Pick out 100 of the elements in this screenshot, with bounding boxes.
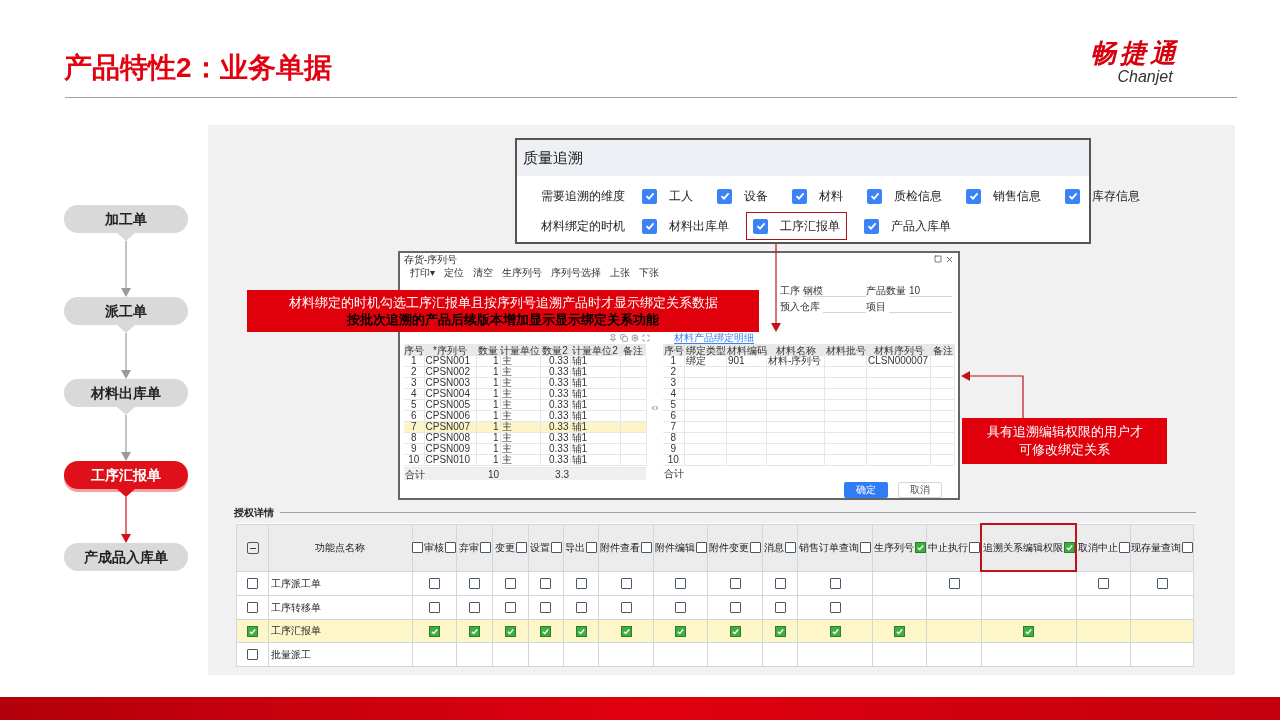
checkbox[interactable] xyxy=(412,542,424,553)
checkbox[interactable] xyxy=(575,578,587,590)
checkbox[interactable] xyxy=(675,602,687,614)
checkbox-option[interactable]: 设备 xyxy=(710,182,775,210)
checkbox[interactable] xyxy=(729,602,741,614)
column-header[interactable]: 生序列号 xyxy=(872,524,927,571)
column-header[interactable]: 变更 xyxy=(492,524,529,571)
checkbox[interactable] xyxy=(469,578,481,590)
column-header[interactable]: 设置 xyxy=(528,524,564,571)
checkbox-option[interactable]: 工人 xyxy=(635,182,700,210)
column-header[interactable]: 审核 xyxy=(412,524,457,571)
table-row[interactable]: 工序汇报单 xyxy=(236,619,1194,642)
checkbox-option[interactable]: 材料 xyxy=(785,182,850,210)
table-row[interactable]: 批量派工 xyxy=(236,642,1194,666)
table-row[interactable]: 2 CPSN002 1 主 0.33 辅1 xyxy=(404,367,646,378)
table-row[interactable]: 6 CPSN006 1 主 0.33 辅1 xyxy=(404,411,646,422)
checkbox[interactable] xyxy=(829,625,841,637)
toolbar-button[interactable]: 定位 xyxy=(444,266,464,278)
checkbox[interactable] xyxy=(540,625,552,637)
checkbox[interactable] xyxy=(247,578,259,590)
checkbox[interactable] xyxy=(620,578,632,590)
checkbox[interactable] xyxy=(675,578,687,590)
checkbox[interactable] xyxy=(505,578,517,590)
checkbox[interactable] xyxy=(428,602,440,614)
table-row[interactable]: 3 CPSN003 1 主 0.33 辅1 xyxy=(404,378,646,389)
checkbox[interactable] xyxy=(247,649,259,661)
checkbox[interactable] xyxy=(515,542,527,553)
checkbox[interactable] xyxy=(717,188,732,204)
checkbox[interactable] xyxy=(753,218,768,234)
checkbox[interactable] xyxy=(550,542,562,553)
text-field[interactable]: 10 xyxy=(909,284,952,297)
checkbox[interactable] xyxy=(829,602,841,614)
checkbox[interactable] xyxy=(695,542,707,553)
close-icon[interactable] xyxy=(945,255,954,265)
column-header[interactable]: 附件查看 xyxy=(598,524,654,571)
checkbox[interactable] xyxy=(1156,578,1168,590)
checkbox[interactable] xyxy=(428,578,440,590)
checkbox-option[interactable]: 产品入库单 xyxy=(857,212,958,240)
checkbox[interactable] xyxy=(894,625,906,637)
settings-icon[interactable] xyxy=(631,333,639,342)
confirm-button[interactable]: 确定 xyxy=(844,482,888,498)
table-row[interactable]: 7 CPSN007 1 主 0.33 辅1 xyxy=(404,422,646,433)
checkbox-option[interactable]: 工序汇报单 xyxy=(746,212,847,240)
checkbox[interactable] xyxy=(620,625,632,637)
checkbox[interactable] xyxy=(642,188,657,204)
checkbox[interactable] xyxy=(1063,542,1075,553)
checkbox[interactable] xyxy=(1023,625,1035,637)
checkbox[interactable] xyxy=(774,602,786,614)
toolbar-button[interactable]: 序列号选择 xyxy=(551,266,601,278)
checkbox[interactable] xyxy=(966,188,981,204)
checkbox[interactable] xyxy=(641,542,653,553)
column-header[interactable]: 追溯关系编辑权限 xyxy=(981,524,1077,571)
table-row[interactable]: 10 CPSN010 1 主 0.33 辅1 xyxy=(404,455,646,466)
checkbox[interactable] xyxy=(729,578,741,590)
checkbox[interactable] xyxy=(785,542,796,553)
checkbox[interactable] xyxy=(620,602,632,614)
toolbar-button[interactable]: 生序列号 xyxy=(502,266,542,278)
checkbox[interactable] xyxy=(575,625,587,637)
maximize-icon[interactable] xyxy=(934,255,942,264)
checkbox[interactable] xyxy=(914,542,926,553)
column-header[interactable]: 附件变更 xyxy=(707,524,763,571)
checkbox[interactable] xyxy=(247,625,259,637)
checkbox[interactable] xyxy=(675,625,687,637)
checkbox[interactable] xyxy=(1182,542,1194,553)
checkbox[interactable] xyxy=(469,625,481,637)
checkbox[interactable] xyxy=(968,542,980,553)
checkbox[interactable] xyxy=(540,578,552,590)
toolbar-button[interactable]: 打印▾ xyxy=(410,266,435,278)
column-header[interactable]: 现存量查询 xyxy=(1130,524,1194,571)
table-row[interactable]: 1 CPSN001 1 主 0.33 辅1 xyxy=(404,356,646,367)
checkbox[interactable] xyxy=(505,625,517,637)
table-row[interactable]: 9 CPSN009 1 主 0.33 辅1 xyxy=(404,444,646,455)
checkbox[interactable] xyxy=(479,542,491,553)
checkbox[interactable] xyxy=(1065,188,1080,204)
checkbox[interactable] xyxy=(428,625,440,637)
column-header[interactable]: 导出 xyxy=(563,524,599,571)
text-field[interactable]: 钢模 xyxy=(803,284,866,297)
column-header[interactable]: 消息 xyxy=(762,524,798,571)
cancel-button[interactable]: 取消 xyxy=(898,482,942,498)
checkbox[interactable] xyxy=(729,625,741,637)
toolbar-button[interactable]: 上张 xyxy=(610,266,630,278)
select-all-checkbox[interactable] xyxy=(246,542,259,555)
column-header[interactable]: 附件编辑 xyxy=(653,524,708,571)
checkbox[interactable] xyxy=(864,218,879,234)
checkbox-option[interactable]: 库存信息 xyxy=(1058,182,1147,210)
checkbox[interactable] xyxy=(750,542,762,553)
checkbox[interactable] xyxy=(1118,542,1130,553)
checkbox-option[interactable]: 材料出库单 xyxy=(635,212,736,240)
checkbox[interactable] xyxy=(247,602,259,614)
checkbox[interactable] xyxy=(445,542,457,553)
checkbox[interactable] xyxy=(774,578,786,590)
checkbox[interactable] xyxy=(575,602,587,614)
column-header[interactable]: 弃审 xyxy=(456,524,493,571)
checkbox-option[interactable]: 质检信息 xyxy=(860,182,949,210)
table-row[interactable]: 工序派工单 xyxy=(236,571,1194,595)
checkbox[interactable] xyxy=(948,578,960,590)
table-row[interactable]: 8 CPSN008 1 主 0.33 辅1 xyxy=(404,433,646,444)
table-row[interactable]: 工序转移单 xyxy=(236,595,1194,619)
checkbox[interactable] xyxy=(505,602,517,614)
column-header[interactable]: 取消中止 xyxy=(1076,524,1131,571)
